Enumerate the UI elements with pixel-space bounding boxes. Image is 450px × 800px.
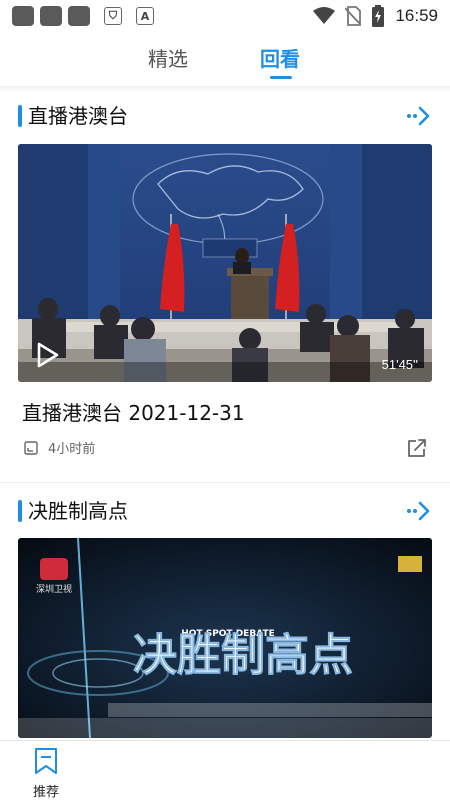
no-sim-icon	[345, 6, 362, 26]
play-icon[interactable]	[34, 342, 60, 368]
nav-recommend[interactable]: 推荐	[28, 747, 64, 800]
nav-label: 推荐	[32, 785, 59, 800]
section-accent-bar	[18, 500, 22, 522]
double-chevron-right-icon[interactable]	[406, 104, 432, 128]
video-duration: 51'45''	[381, 357, 418, 372]
show-title-text: 决胜制高点	[133, 630, 353, 681]
calendar-icon	[24, 440, 38, 455]
tab-replay[interactable]: 回看	[260, 43, 300, 72]
section-title: 直播港澳台	[28, 104, 128, 128]
channel-logo-text: 深圳卫视	[36, 583, 72, 595]
double-chevron-right-icon[interactable]	[406, 499, 432, 523]
share-icon[interactable]	[406, 437, 428, 459]
video-thumbnail[interactable]: 深圳卫视 HOT SPOT DEBATE 决胜制高点	[18, 538, 432, 738]
section-accent-bar	[18, 105, 22, 127]
wifi-icon	[313, 7, 336, 24]
notification-icon	[12, 6, 34, 26]
top-tabs: 精选 回看	[0, 38, 450, 88]
tabs-divider	[0, 86, 450, 92]
show-title-card: 深圳卫视 HOT SPOT DEBATE 决胜制高点	[18, 538, 432, 738]
active-tab-indicator	[270, 76, 292, 79]
tab-featured[interactable]: 精选	[148, 43, 188, 72]
bottom-nav: 推荐	[0, 740, 450, 800]
video-title[interactable]: 直播港澳台 2021-12-31	[22, 397, 245, 426]
section-header-decisive-high-ground: 决胜制高点	[0, 496, 450, 526]
video-time-ago: 4小时前	[48, 442, 96, 457]
status-bar: ⛉ A 16:59	[0, 0, 450, 32]
notification-icon	[68, 6, 90, 26]
a-icon: A	[136, 7, 154, 25]
notification-icon	[40, 6, 62, 26]
bookmark-icon	[35, 748, 57, 774]
section-divider	[0, 482, 450, 483]
video-meta: 4小时前	[24, 438, 95, 457]
press-conference-image	[18, 144, 432, 382]
battery-charging-icon	[372, 5, 385, 27]
notification-icons: ⛉ A	[12, 6, 154, 26]
video-thumbnail[interactable]: 51'45''	[18, 144, 432, 382]
shield-icon: ⛉	[104, 7, 122, 25]
clock: 16:59	[395, 6, 438, 25]
section-header-hk-macau-taiwan: 直播港澳台	[0, 101, 450, 131]
section-title: 决胜制高点	[28, 499, 128, 523]
